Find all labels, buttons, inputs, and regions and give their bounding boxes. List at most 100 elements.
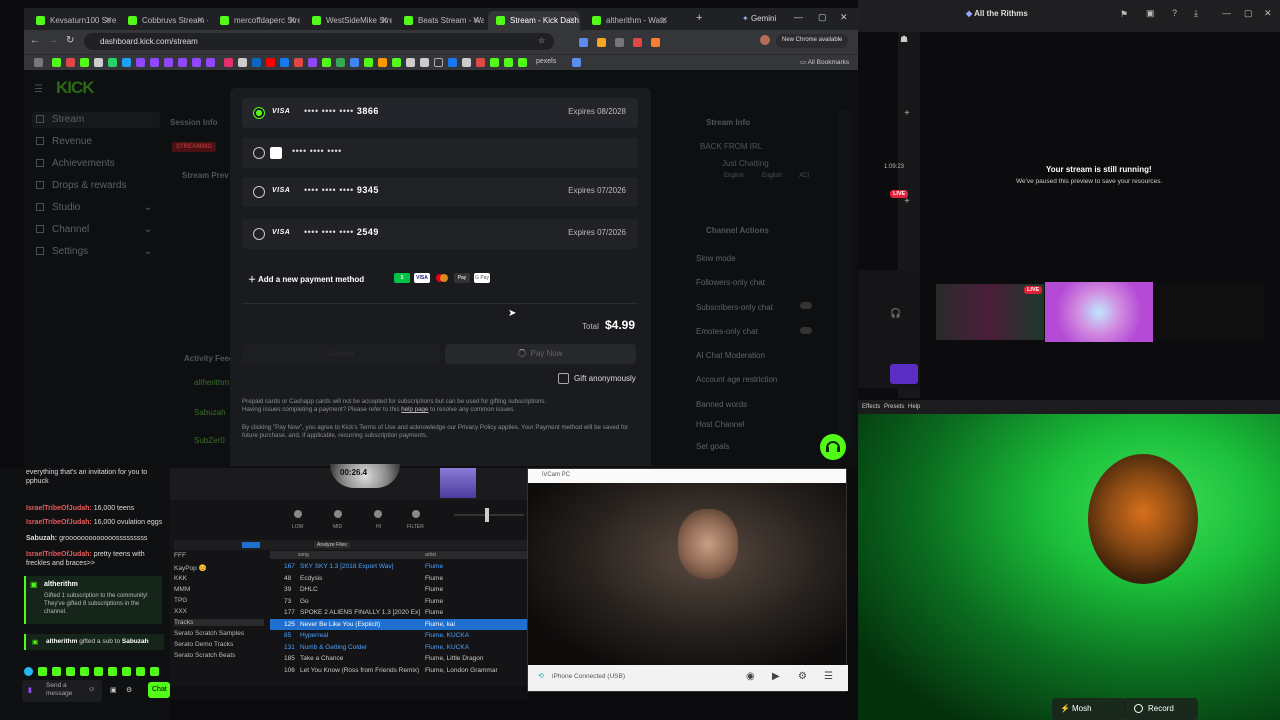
bookmark-icon[interactable] bbox=[518, 58, 527, 67]
track-row[interactable]: 177 SPOKE 2 ALIENS FINALLY 1.3 [2020 Ex] F… bbox=[270, 607, 528, 619]
track-row[interactable]: 85 Hyperreal Flume, KUCKA bbox=[270, 630, 528, 642]
close-icon[interactable]: ✕ bbox=[196, 15, 204, 26]
emote-icon[interactable] bbox=[38, 667, 47, 676]
kick-logo[interactable]: KICK bbox=[56, 78, 95, 98]
gemini-button[interactable]: ✦ Gemini bbox=[742, 14, 776, 23]
new-tab-icon[interactable]: + bbox=[696, 12, 702, 24]
tab-5[interactable]: Stream - Kick Dash ✕ bbox=[488, 11, 580, 30]
back-icon[interactable]: ← bbox=[30, 35, 40, 46]
close-icon[interactable]: ✕ bbox=[104, 15, 112, 26]
close-icon[interactable]: ✕ bbox=[1264, 8, 1272, 19]
new-chrome-button[interactable]: New Chrome available bbox=[776, 34, 849, 48]
action-subscribers-only[interactable]: Subscribers-only chat bbox=[696, 303, 773, 312]
track-row[interactable]: 106 Let You Know (Ross from Friends Remix… bbox=[270, 665, 528, 677]
support-button[interactable] bbox=[820, 434, 846, 460]
track-row[interactable]: 125 Never Be Like You (Explicit) Flume, ka… bbox=[270, 618, 528, 630]
avatar[interactable] bbox=[760, 35, 770, 45]
emote-icon[interactable] bbox=[94, 667, 103, 676]
feed-user[interactable]: altherithm bbox=[194, 378, 229, 387]
maximize-icon[interactable]: ▢ bbox=[1244, 8, 1253, 19]
payment-card-row[interactable]: •••• •••• •••• bbox=[242, 138, 638, 168]
sidebar-item-drops[interactable]: Drops & rewards bbox=[36, 180, 126, 191]
card-radio[interactable] bbox=[253, 186, 265, 198]
bookmark-icon[interactable] bbox=[52, 58, 61, 67]
close-icon[interactable]: ✕ bbox=[472, 15, 480, 26]
bookmark-icon[interactable] bbox=[150, 58, 159, 67]
track-row[interactable]: 131 Numb & Getting Colder Flume, KUCKA bbox=[270, 642, 528, 654]
close-icon[interactable]: ✕ bbox=[288, 15, 296, 26]
bookmark-icon[interactable] bbox=[252, 58, 261, 67]
sidebar-item-channel[interactable]: Channel ⌄ bbox=[36, 224, 152, 235]
minimize-icon[interactable]: — bbox=[1222, 8, 1231, 18]
sidebar-item-stream[interactable]: Stream bbox=[36, 114, 84, 125]
close-icon[interactable]: ✕ bbox=[660, 15, 668, 26]
window-icon[interactable]: ▣ bbox=[1146, 8, 1155, 19]
bookmark-icon[interactable] bbox=[350, 58, 359, 67]
action-banned-words[interactable]: Banned words bbox=[696, 400, 747, 409]
close-window-icon[interactable]: ✕ bbox=[840, 12, 848, 23]
bookmark-icon[interactable] bbox=[308, 58, 317, 67]
bookmark-icon[interactable] bbox=[108, 58, 117, 67]
gift-sub-user[interactable]: altherithm bbox=[46, 638, 77, 645]
column-song[interactable]: song bbox=[298, 552, 309, 558]
action-slow-mode[interactable]: Slow mode bbox=[696, 254, 736, 263]
track-row[interactable]: 48 Ecdysis Flume bbox=[270, 573, 528, 585]
bookmark-icon[interactable] bbox=[572, 58, 581, 67]
bookmark-icon[interactable] bbox=[80, 58, 89, 67]
extension-icon[interactable] bbox=[651, 38, 660, 47]
crate-item[interactable]: Tracks bbox=[174, 619, 264, 626]
help-page-link[interactable]: help page bbox=[401, 406, 428, 413]
tab-1[interactable]: Cobbruvs Stream - W✕ bbox=[120, 11, 208, 30]
bookmark-icon[interactable] bbox=[238, 58, 247, 67]
chat-username[interactable]: IsraelTribeOfJudah: bbox=[26, 551, 92, 558]
crate-item[interactable]: KayPop 😊 bbox=[174, 564, 264, 572]
emoji-icon[interactable]: ☺ bbox=[88, 686, 95, 693]
tab-4[interactable]: Beats Stream - Watch✕ bbox=[396, 11, 484, 30]
action-followers-only[interactable]: Followers-only chat bbox=[696, 278, 765, 287]
tab-6[interactable]: altherithm - Watc ✕ bbox=[584, 11, 672, 30]
chat-username[interactable]: IsraelTribeOfJudah: bbox=[26, 519, 92, 526]
bookmark-icon[interactable] bbox=[94, 58, 103, 67]
emote-icon[interactable] bbox=[52, 667, 61, 676]
gift-sub-target[interactable]: Sabuzah bbox=[122, 638, 149, 645]
menu-effects[interactable]: Effects bbox=[862, 404, 880, 410]
scene-thumbnail[interactable] bbox=[1156, 284, 1264, 340]
action-account-age[interactable]: Account age restriction bbox=[696, 375, 777, 384]
extension-icon[interactable] bbox=[579, 38, 588, 47]
camera-snapshot-icon[interactable]: ◉ bbox=[746, 671, 755, 682]
chat-username[interactable]: Sabuzah: bbox=[26, 535, 57, 542]
sidebar-item-revenue[interactable]: Revenue bbox=[36, 136, 92, 147]
extension-icon[interactable] bbox=[615, 38, 624, 47]
mosh-button[interactable]: ⚡ Mosh bbox=[1052, 698, 1126, 720]
bookmark-icon[interactable] bbox=[448, 58, 457, 67]
crate-item[interactable]: MMM bbox=[174, 586, 264, 593]
bookmark-icon[interactable] bbox=[280, 58, 289, 67]
cancel-button[interactable]: Cancel bbox=[242, 344, 440, 364]
action-set-goals[interactable]: Set goals bbox=[696, 442, 729, 451]
bookmark-icon[interactable] bbox=[504, 58, 513, 67]
sidebar-item-achievements[interactable]: Achievements bbox=[36, 158, 115, 169]
close-icon[interactable]: ✕ bbox=[380, 15, 388, 26]
menu-icon[interactable]: ☰ bbox=[824, 671, 833, 682]
action-emotes-only[interactable]: Emotes-only chat bbox=[696, 327, 758, 336]
card-radio[interactable] bbox=[253, 228, 265, 240]
bookmark-icon[interactable] bbox=[164, 58, 173, 67]
headphones-icon[interactable]: 🎧 bbox=[890, 308, 901, 319]
track-row[interactable]: 167 SKY SKY 1.3 [2018 Export Wav] Flume bbox=[270, 561, 528, 573]
gift-icon[interactable]: ▣ bbox=[110, 686, 117, 694]
bookmark-icon[interactable] bbox=[336, 58, 345, 67]
bookmark-pexels[interactable]: pexels bbox=[536, 58, 556, 65]
eq-knob[interactable] bbox=[412, 510, 420, 518]
subscribers-only-toggle[interactable] bbox=[800, 302, 812, 309]
extension-icon[interactable] bbox=[633, 38, 642, 47]
tab-0[interactable]: Kevsaturn100 Stream✕ bbox=[28, 11, 116, 30]
bookmark-icon[interactable] bbox=[490, 58, 499, 67]
url-field[interactable]: dashboard.kick.com/stream bbox=[84, 33, 554, 50]
bookmark-icon[interactable] bbox=[322, 58, 331, 67]
eq-knob[interactable] bbox=[374, 510, 382, 518]
menu-presets[interactable]: Presets bbox=[884, 404, 904, 410]
emote-icon[interactable] bbox=[136, 667, 145, 676]
bookmark-icon[interactable] bbox=[192, 58, 201, 67]
view-toggle[interactable] bbox=[242, 542, 260, 548]
bookmark-icon[interactable] bbox=[406, 58, 415, 67]
